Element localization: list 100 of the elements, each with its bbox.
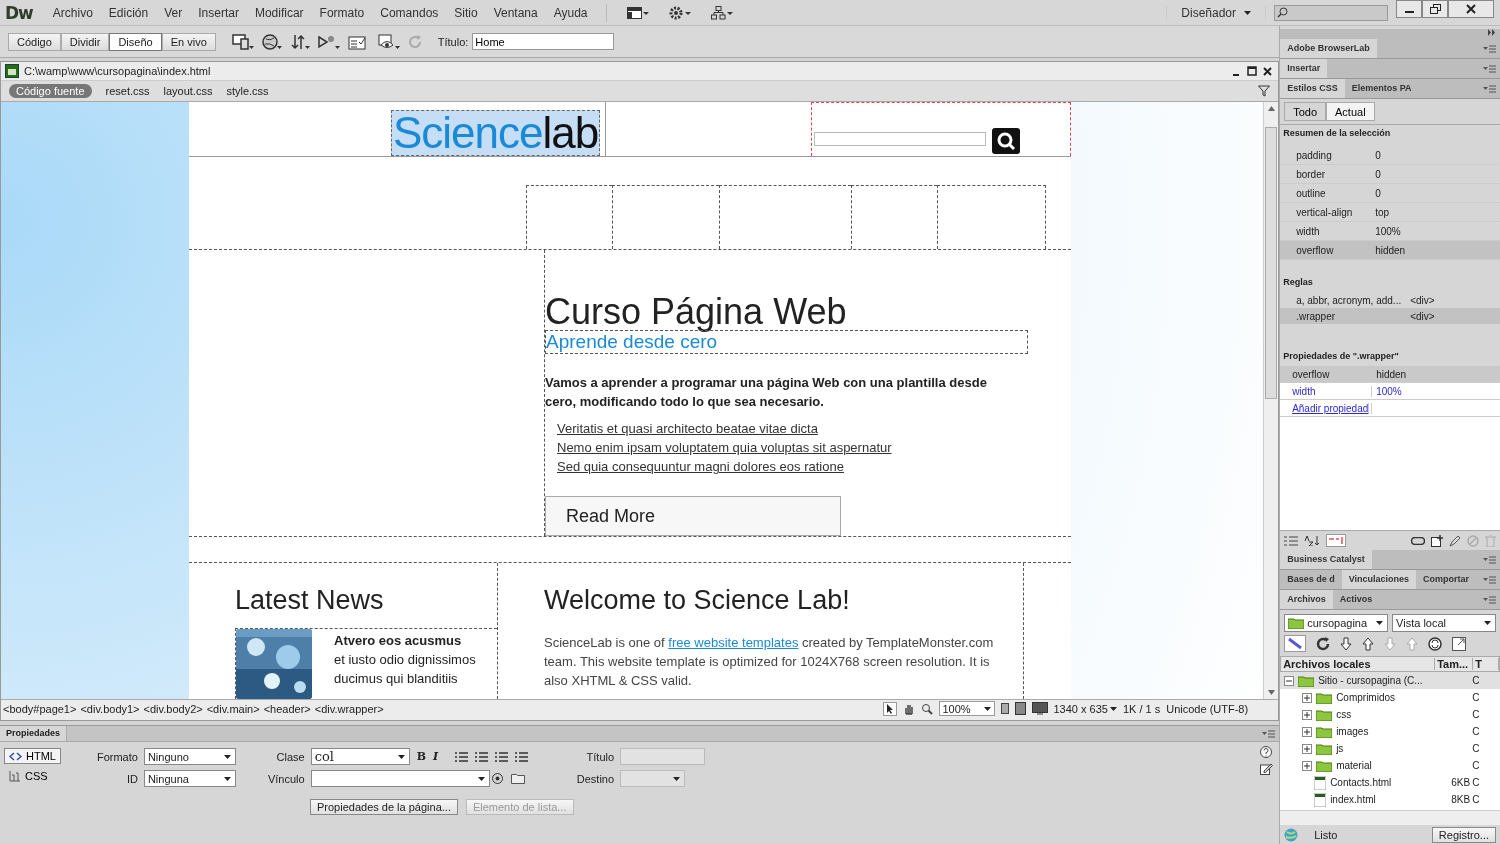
minimize-button[interactable] <box>1396 0 1422 18</box>
read-more-button[interactable]: Read More <box>545 496 841 537</box>
rule-row[interactable]: .wrapper <div> <box>1280 308 1500 324</box>
summary-row[interactable]: vertical-align top <box>1280 203 1500 222</box>
site-dropdown[interactable]: cursopagina <box>1284 614 1389 632</box>
property-row[interactable]: width 100% <box>1280 383 1500 400</box>
bold-button[interactable]: B <box>416 750 426 763</box>
panel-menu-icon[interactable] <box>1262 729 1276 738</box>
window-size[interactable]: 1340 x 635 <box>1053 702 1117 715</box>
id-dropdown[interactable]: Ninguna <box>143 770 236 787</box>
link-field[interactable] <box>310 770 490 787</box>
summary-row[interactable]: overflow hidden <box>1280 241 1500 260</box>
column-header[interactable]: Tam... <box>1435 658 1474 670</box>
title-field[interactable]: Home <box>472 33 615 50</box>
property-row[interactable]: overflow hidden <box>1280 366 1500 383</box>
debug-icon[interactable] <box>317 33 340 50</box>
phone-size-icon[interactable] <box>1000 703 1009 714</box>
horizontal-scrollbar[interactable] <box>1280 810 1500 825</box>
log-button[interactable]: Registro... <box>1431 827 1496 843</box>
close-button[interactable] <box>1448 0 1494 18</box>
related-file-tab[interactable]: Código fuente <box>9 84 92 98</box>
maximize-icon[interactable] <box>1247 66 1258 76</box>
expander-icon[interactable] <box>1302 709 1313 720</box>
file-name[interactable]: index.html <box>1330 794 1376 805</box>
related-file-tab[interactable]: layout.css <box>163 84 213 98</box>
close-icon[interactable] <box>1263 66 1273 76</box>
article-link[interactable]: Sed quia consequuntur magni dolores eos ratione <box>557 457 844 477</box>
put-files-icon[interactable] <box>1362 636 1375 651</box>
indent-icon[interactable] <box>515 751 529 762</box>
expander-icon[interactable] <box>1302 743 1313 754</box>
file-name[interactable]: images <box>1336 726 1369 737</box>
panel-menu-icon[interactable] <box>1483 44 1496 53</box>
properties-button[interactable]: Propiedades de la página... <box>310 799 458 815</box>
templates-link[interactable]: free website templates <box>668 635 799 650</box>
article-link[interactable]: Nemo enim ipsam voluptatem quia voluptas sit aspernatur <box>557 438 892 458</box>
view-tab[interactable]: Diseño <box>109 32 162 51</box>
search-icon[interactable] <box>992 127 1020 154</box>
set-properties-icon[interactable] <box>1326 534 1347 547</box>
menu-item[interactable]: Archivo <box>44 5 101 20</box>
expand-icon[interactable] <box>1452 636 1467 651</box>
filter-icon[interactable] <box>1258 85 1271 97</box>
menu-item[interactable]: Edición <box>100 5 157 20</box>
tag-selector-item[interactable]: <div.main> <box>204 702 262 715</box>
pointer-tool-icon[interactable] <box>882 701 897 716</box>
panel-tab[interactable]: Archivos <box>1280 590 1333 609</box>
view-tab[interactable]: Código <box>8 32 61 51</box>
tag-selector-item[interactable]: <div.wrapper> <box>312 702 386 715</box>
zoom-dropdown[interactable]: 100% <box>938 701 995 716</box>
menu-item[interactable]: Ayuda <box>545 5 596 20</box>
file-name[interactable]: Contacts.html <box>1330 777 1392 788</box>
expander-icon[interactable] <box>1284 675 1295 686</box>
panel-menu-icon[interactable] <box>1483 555 1496 564</box>
globe-icon[interactable] <box>261 33 282 50</box>
menu-item[interactable]: Sitio <box>446 5 486 20</box>
sync-icon[interactable] <box>1428 636 1443 651</box>
menu-item[interactable]: Comandos <box>372 5 447 20</box>
column-header[interactable]: T <box>1473 658 1499 670</box>
panel-tab[interactable]: Insertar <box>1280 59 1328 78</box>
panel-tab[interactable]: Estilos CSS <box>1280 79 1345 98</box>
search-field[interactable] <box>1274 4 1388 21</box>
panel-menu-icon[interactable] <box>1483 64 1496 73</box>
zoom-tool-icon[interactable] <box>920 702 933 715</box>
panel-menu-icon[interactable] <box>1483 84 1496 93</box>
view-tab[interactable]: Dividir <box>60 32 110 51</box>
expand-panels-icon[interactable] <box>1488 29 1496 36</box>
article-link[interactable]: Veritatis et quasi architecto beatae vitae dicta <box>557 419 818 439</box>
scrollbar[interactable] <box>1263 102 1279 699</box>
related-file-tab[interactable]: style.css <box>226 84 269 98</box>
css-mode-tab[interactable]: Todo <box>1284 102 1326 121</box>
file-name[interactable]: Comprimidos <box>1336 692 1396 703</box>
panel-menu-icon[interactable] <box>1483 575 1496 584</box>
property-mode-tab[interactable]: HTML <box>4 748 61 764</box>
tag-selector-item[interactable]: <header> <box>261 702 313 715</box>
workspace-switcher[interactable]: Diseñador <box>1166 5 1266 20</box>
outdent-icon[interactable] <box>495 751 509 762</box>
file-name[interactable]: Sitio - cursopagina (C... <box>1318 675 1423 686</box>
panel-menu-icon[interactable] <box>1483 595 1496 604</box>
site-search-field[interactable] <box>814 131 986 146</box>
scroll-up-icon[interactable] <box>1267 106 1275 111</box>
folder-icon[interactable] <box>510 773 525 784</box>
target-icon[interactable] <box>490 772 504 785</box>
menu-item[interactable]: Ventana <box>485 5 546 20</box>
italic-button[interactable]: I <box>432 750 439 763</box>
rule-row[interactable]: a, abbr, acronym, add... <div> <box>1280 292 1500 308</box>
file-name[interactable]: js <box>1336 743 1344 754</box>
desktop-size-icon[interactable] <box>1031 702 1048 715</box>
column-header[interactable]: Archivos locales <box>1281 658 1436 670</box>
summary-row[interactable]: outline 0 <box>1280 184 1500 203</box>
check-out-icon[interactable] <box>1384 636 1397 651</box>
hand-tool-icon[interactable] <box>902 702 915 715</box>
css-mode-tab[interactable]: Actual <box>1326 102 1375 121</box>
expander-icon[interactable] <box>1302 760 1313 771</box>
restore-button[interactable] <box>1422 0 1448 18</box>
panel-tab[interactable]: Adobe BrowserLab <box>1280 39 1377 58</box>
help-icon[interactable] <box>1260 746 1273 758</box>
check-in-icon[interactable] <box>1406 636 1419 651</box>
class-dropdown[interactable]: col <box>310 748 410 765</box>
multiscreen-icon[interactable] <box>231 33 254 50</box>
expander-icon[interactable] <box>1302 692 1313 703</box>
numbered-list-icon[interactable] <box>475 751 489 762</box>
